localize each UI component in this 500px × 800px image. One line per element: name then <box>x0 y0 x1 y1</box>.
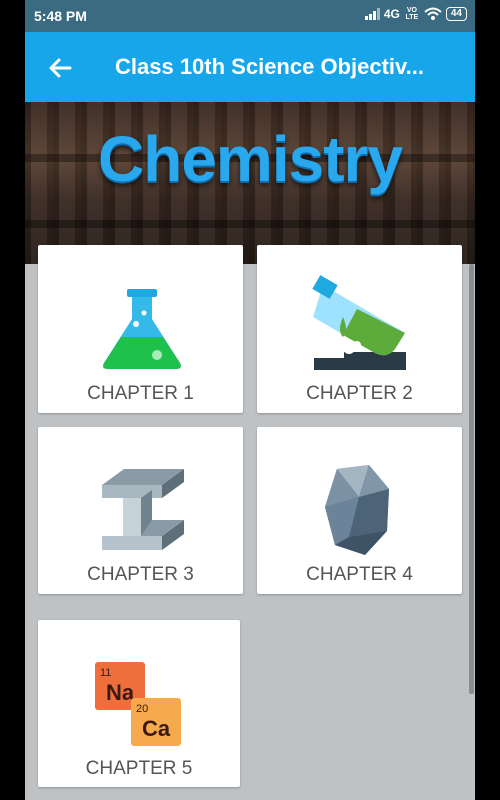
chapter-card-5[interactable]: 11 Na 20 Ca CHAPTER 5 <box>38 620 240 787</box>
element-number: 20 <box>136 703 148 715</box>
element-symbol: Ca <box>142 716 171 741</box>
status-bar: 5:48 PM 4G VO LTE 44 <box>25 0 475 32</box>
element-number: 11 <box>100 667 111 679</box>
volte-badge: VO LTE <box>405 7 419 21</box>
steel-beam-icon <box>102 469 184 550</box>
app-screen: 5:48 PM 4G VO LTE 44 Class 10th Science … <box>25 0 475 800</box>
signal-icon <box>364 8 380 20</box>
page-title: Class 10th Science Objectiv... <box>115 54 424 79</box>
banner-title: Chemistry <box>98 123 403 195</box>
chapter-card-2[interactable]: CHAPTER 2 <box>257 245 462 413</box>
flask-icon <box>103 289 181 369</box>
arrow-left-icon[interactable] <box>43 51 77 85</box>
chapter-label: CHAPTER 5 <box>85 758 193 779</box>
chapter-card-1[interactable]: CHAPTER 1 <box>38 245 243 413</box>
chapter-card-3[interactable]: CHAPTER 3 <box>38 427 243 594</box>
app-bar: Class 10th Science Objectiv... <box>25 32 475 102</box>
rock-icon <box>325 465 389 555</box>
status-time: 5:48 PM <box>34 8 87 24</box>
chapter-label: CHAPTER 3 <box>87 564 194 585</box>
chapter-card-4[interactable]: CHAPTER 4 <box>257 427 462 594</box>
network-type: 4G <box>383 7 400 21</box>
scrollbar[interactable] <box>469 264 474 694</box>
chapter-label: CHAPTER 2 <box>306 383 413 404</box>
chapter-label: CHAPTER 1 <box>87 383 194 404</box>
chapter-label: CHAPTER 4 <box>306 564 413 585</box>
test-tube-icon <box>312 275 406 370</box>
periodic-elements-icon: 11 Na 20 Ca <box>95 662 181 746</box>
battery-icon: 44 <box>445 7 467 21</box>
status-icons: 4G VO LTE 44 <box>364 7 467 21</box>
element-symbol: Na <box>106 680 135 705</box>
wifi-icon <box>424 7 442 20</box>
chemistry-banner: Chemistry <box>25 102 475 264</box>
